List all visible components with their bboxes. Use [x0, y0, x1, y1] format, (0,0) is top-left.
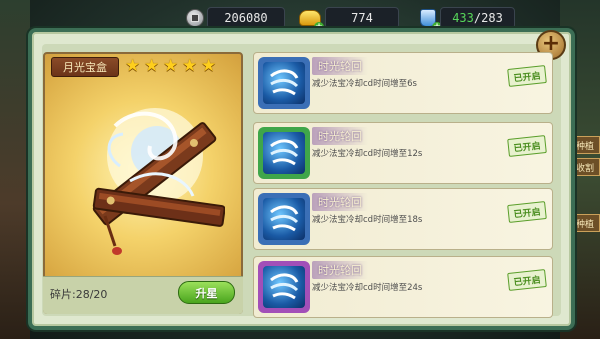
star-icon: ★ — [125, 56, 141, 76]
skill-description: 减少法宝冷却cd时间增至6s — [312, 79, 417, 89]
time-wind-icon — [270, 205, 299, 232]
resource-bar: 206080 + 774 + 433/283 — [0, 4, 600, 32]
skill-row[interactable]: 时光轮回 减少法宝冷却cd时间增至18s 已开启 — [253, 188, 553, 250]
skill-description: 减少法宝冷却cd时间增至24s — [312, 283, 423, 293]
time-wind-icon — [270, 273, 299, 300]
skill-frame — [258, 127, 310, 179]
stamina-amount: 433/283 — [440, 7, 515, 29]
star-icon: ★ — [182, 56, 198, 76]
stamina-max: /283 — [473, 11, 503, 25]
background-left-scenery — [0, 0, 30, 339]
star-icon: ★ — [201, 56, 217, 76]
skill-status-badge: 已开启 — [507, 269, 547, 291]
skill-status-badge: 已开启 — [507, 135, 547, 157]
skill-name: 时光轮回 — [312, 57, 368, 75]
skill-name: 时光轮回 — [312, 261, 368, 279]
skill-frame — [258, 57, 310, 109]
silver-amount: 206080 — [207, 7, 285, 29]
moonlight-box-artwork — [92, 108, 225, 255]
upgrade-star-button[interactable]: 升星 — [178, 281, 235, 304]
skill-name: 时光轮回 — [312, 127, 368, 145]
skill-row[interactable]: 时光轮回 减少法宝冷却cd时间增至12s 已开启 — [253, 122, 553, 184]
skill-frame — [258, 261, 310, 313]
skill-name: 时光轮回 — [312, 193, 368, 211]
star-icon: ★ — [144, 56, 160, 76]
time-wind-icon — [270, 139, 299, 166]
time-wind-icon — [270, 69, 299, 96]
skill-description: 减少法宝冷却cd时间增至18s — [312, 215, 423, 225]
potion-icon[interactable]: + — [416, 6, 442, 32]
skill-status-badge: 已开启 — [507, 201, 547, 223]
artifact-stars: ★ ★ ★ ★ ★ — [125, 58, 218, 75]
star-icon: ★ — [163, 56, 179, 76]
gold-amount: 774 — [325, 7, 399, 29]
fragments-count: 碎片:28/20 — [50, 288, 108, 301]
skill-description: 减少法宝冷却cd时间增至12s — [312, 149, 423, 159]
gold-ingot-icon[interactable]: + — [298, 6, 324, 32]
silver-coin-icon — [183, 6, 207, 30]
skill-frame — [258, 193, 310, 245]
stamina-current: 433 — [452, 11, 474, 25]
skill-status-badge: 已开启 — [507, 65, 547, 87]
artifact-name: 月光宝盒 — [51, 57, 119, 77]
skill-row[interactable]: 时光轮回 减少法宝冷却cd时间增至6s 已开启 — [253, 52, 553, 114]
skill-row[interactable]: 时光轮回 减少法宝冷却cd时间增至24s 已开启 — [253, 256, 553, 318]
